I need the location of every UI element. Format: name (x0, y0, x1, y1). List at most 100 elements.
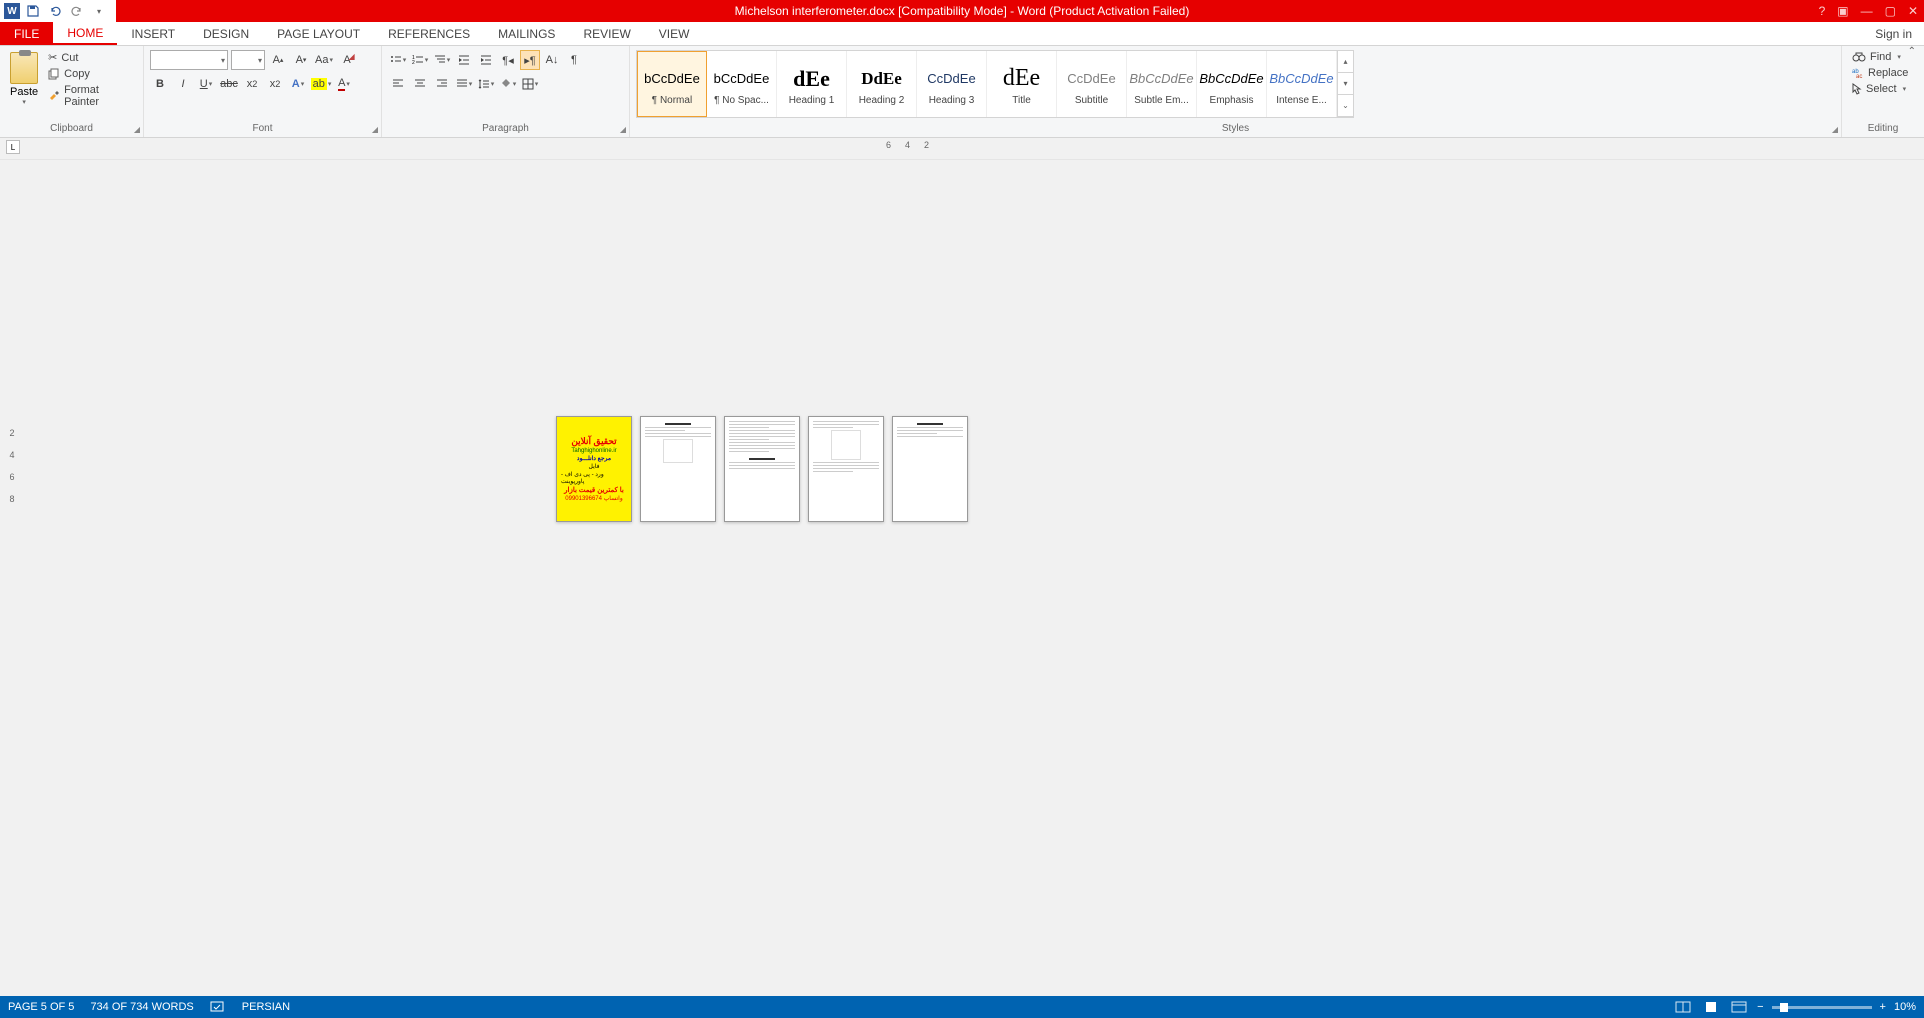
print-layout-button[interactable] (1701, 999, 1721, 1015)
titlebar: W ▾ Michelson interferometer.docx [Compa… (0, 0, 1924, 22)
read-mode-button[interactable] (1673, 999, 1693, 1015)
style-heading1[interactable]: dEeHeading 1 (777, 51, 847, 117)
font-color-button[interactable]: A (334, 74, 354, 94)
underline-button[interactable]: U (196, 74, 216, 94)
style-normal[interactable]: bCcDdEe¶ Normal (637, 51, 707, 117)
page-1[interactable]: تحقیق آنلاین Tahghighonline.ir مرجع دانل… (556, 416, 632, 522)
text-effects-button[interactable]: A (288, 74, 308, 94)
clear-formatting-button[interactable]: A◢ (337, 50, 357, 70)
group-label-clipboard: Clipboard (6, 123, 137, 135)
justify-button[interactable] (454, 74, 474, 94)
tab-design[interactable]: DESIGN (189, 22, 263, 45)
word-count[interactable]: 734 OF 734 WORDS (90, 1001, 193, 1013)
align-left-button[interactable] (388, 74, 408, 94)
save-button[interactable] (24, 2, 42, 20)
window-controls: ? ▣ — ▢ ✕ (1819, 4, 1918, 18)
styles-launcher[interactable]: ◢ (1832, 125, 1838, 134)
style-heading2[interactable]: DdEeHeading 2 (847, 51, 917, 117)
style-scroll-down[interactable]: ▾ (1338, 73, 1353, 95)
page-5[interactable] (892, 416, 968, 522)
numbering-button[interactable]: 12 (410, 50, 430, 70)
font-launcher[interactable]: ◢ (372, 125, 378, 134)
page-status[interactable]: PAGE 5 OF 5 (8, 1001, 74, 1013)
vertical-ruler[interactable]: 2 4 6 8 (4, 428, 20, 504)
align-center-button[interactable] (410, 74, 430, 94)
style-emphasis[interactable]: BbCcDdEeEmphasis (1197, 51, 1267, 117)
document-area[interactable]: 2 4 6 8 تحقیق آنلاین Tahghighonline.ir م… (0, 160, 1924, 996)
grow-font-button[interactable]: A▴ (268, 50, 288, 70)
copy-button[interactable]: Copy (46, 67, 137, 81)
tab-selector[interactable]: L (6, 140, 20, 154)
align-right-button[interactable] (432, 74, 452, 94)
style-expand[interactable]: ⌄ (1338, 95, 1353, 117)
group-font: ▾ ▾ A▴ A▾ Aa A◢ B I U abc x2 x2 A ab A F… (144, 46, 382, 137)
tab-home[interactable]: HOME (53, 22, 117, 45)
decrease-indent-button[interactable] (454, 50, 474, 70)
redo-button[interactable] (68, 2, 86, 20)
minimize-button[interactable]: — (1861, 4, 1873, 18)
shading-button[interactable] (498, 74, 518, 94)
zoom-in-button[interactable]: + (1880, 1001, 1886, 1013)
format-painter-button[interactable]: Format Painter (46, 83, 137, 109)
zoom-level[interactable]: 10% (1894, 1001, 1916, 1013)
clipboard-launcher[interactable]: ◢ (134, 125, 140, 134)
strikethrough-button[interactable]: abc (219, 74, 239, 94)
multilevel-list-button[interactable] (432, 50, 452, 70)
tab-view[interactable]: VIEW (645, 22, 704, 45)
qat-customize-button[interactable]: ▾ (90, 2, 108, 20)
tab-references[interactable]: REFERENCES (374, 22, 484, 45)
sort-button[interactable]: A↓ (542, 50, 562, 70)
horizontal-ruler[interactable]: 6 4 2 (886, 140, 929, 150)
ribbon-display-button[interactable]: ▣ (1837, 4, 1848, 18)
paste-button[interactable]: Paste ▾ (6, 50, 42, 123)
page-2[interactable] (640, 416, 716, 522)
close-button[interactable]: ✕ (1908, 4, 1918, 18)
language-status[interactable]: PERSIAN (242, 1001, 290, 1013)
spellcheck-icon[interactable] (210, 1000, 226, 1014)
collapse-ribbon-button[interactable]: ⌃ (1908, 46, 1916, 57)
highlight-button[interactable]: ab (311, 74, 331, 94)
zoom-out-button[interactable]: − (1757, 1001, 1763, 1013)
tab-review[interactable]: REVIEW (569, 22, 644, 45)
style-subtle-emphasis[interactable]: BbCcDdEeSubtle Em... (1127, 51, 1197, 117)
change-case-button[interactable]: Aa (314, 50, 334, 70)
signin-link[interactable]: Sign in (1875, 27, 1912, 41)
line-spacing-button[interactable] (476, 74, 496, 94)
tab-file[interactable]: FILE (0, 22, 53, 45)
select-button[interactable]: Select ▾ (1848, 82, 1918, 96)
page-4[interactable] (808, 416, 884, 522)
show-marks-button[interactable]: ¶ (564, 50, 584, 70)
web-layout-button[interactable] (1729, 999, 1749, 1015)
tab-mailings[interactable]: MAILINGS (484, 22, 569, 45)
ltr-button[interactable]: ¶◂ (498, 50, 518, 70)
paragraph-launcher[interactable]: ◢ (620, 125, 626, 134)
subscript-button[interactable]: x2 (242, 74, 262, 94)
increase-indent-button[interactable] (476, 50, 496, 70)
cut-button[interactable]: ✂ Cut (46, 50, 137, 65)
zoom-slider[interactable] (1772, 1006, 1872, 1009)
superscript-button[interactable]: x2 (265, 74, 285, 94)
page-3[interactable] (724, 416, 800, 522)
maximize-button[interactable]: ▢ (1885, 4, 1896, 18)
font-name-combo[interactable]: ▾ (150, 50, 228, 70)
titlebar-title: Michelson interferometer.docx [Compatibi… (735, 4, 1190, 18)
tab-insert[interactable]: INSERT (117, 22, 189, 45)
bold-button[interactable]: B (150, 74, 170, 94)
shrink-font-button[interactable]: A▾ (291, 50, 311, 70)
borders-button[interactable] (520, 74, 540, 94)
bullets-button[interactable] (388, 50, 408, 70)
style-scroll-up[interactable]: ▴ (1338, 51, 1353, 73)
style-nospacing[interactable]: bCcDdEe¶ No Spac... (707, 51, 777, 117)
font-size-combo[interactable]: ▾ (231, 50, 265, 70)
style-intense-emphasis[interactable]: BbCcDdEeIntense E... (1267, 51, 1337, 117)
style-title[interactable]: dEeTitle (987, 51, 1057, 117)
undo-button[interactable] (46, 2, 64, 20)
replace-button[interactable]: abac Replace (1848, 66, 1918, 80)
rtl-button[interactable]: ▸¶ (520, 50, 540, 70)
style-subtitle[interactable]: CcDdEeSubtitle (1057, 51, 1127, 117)
brush-icon (48, 90, 60, 102)
italic-button[interactable]: I (173, 74, 193, 94)
tab-page-layout[interactable]: PAGE LAYOUT (263, 22, 374, 45)
help-button[interactable]: ? (1819, 4, 1826, 18)
style-heading3[interactable]: CcDdEeHeading 3 (917, 51, 987, 117)
